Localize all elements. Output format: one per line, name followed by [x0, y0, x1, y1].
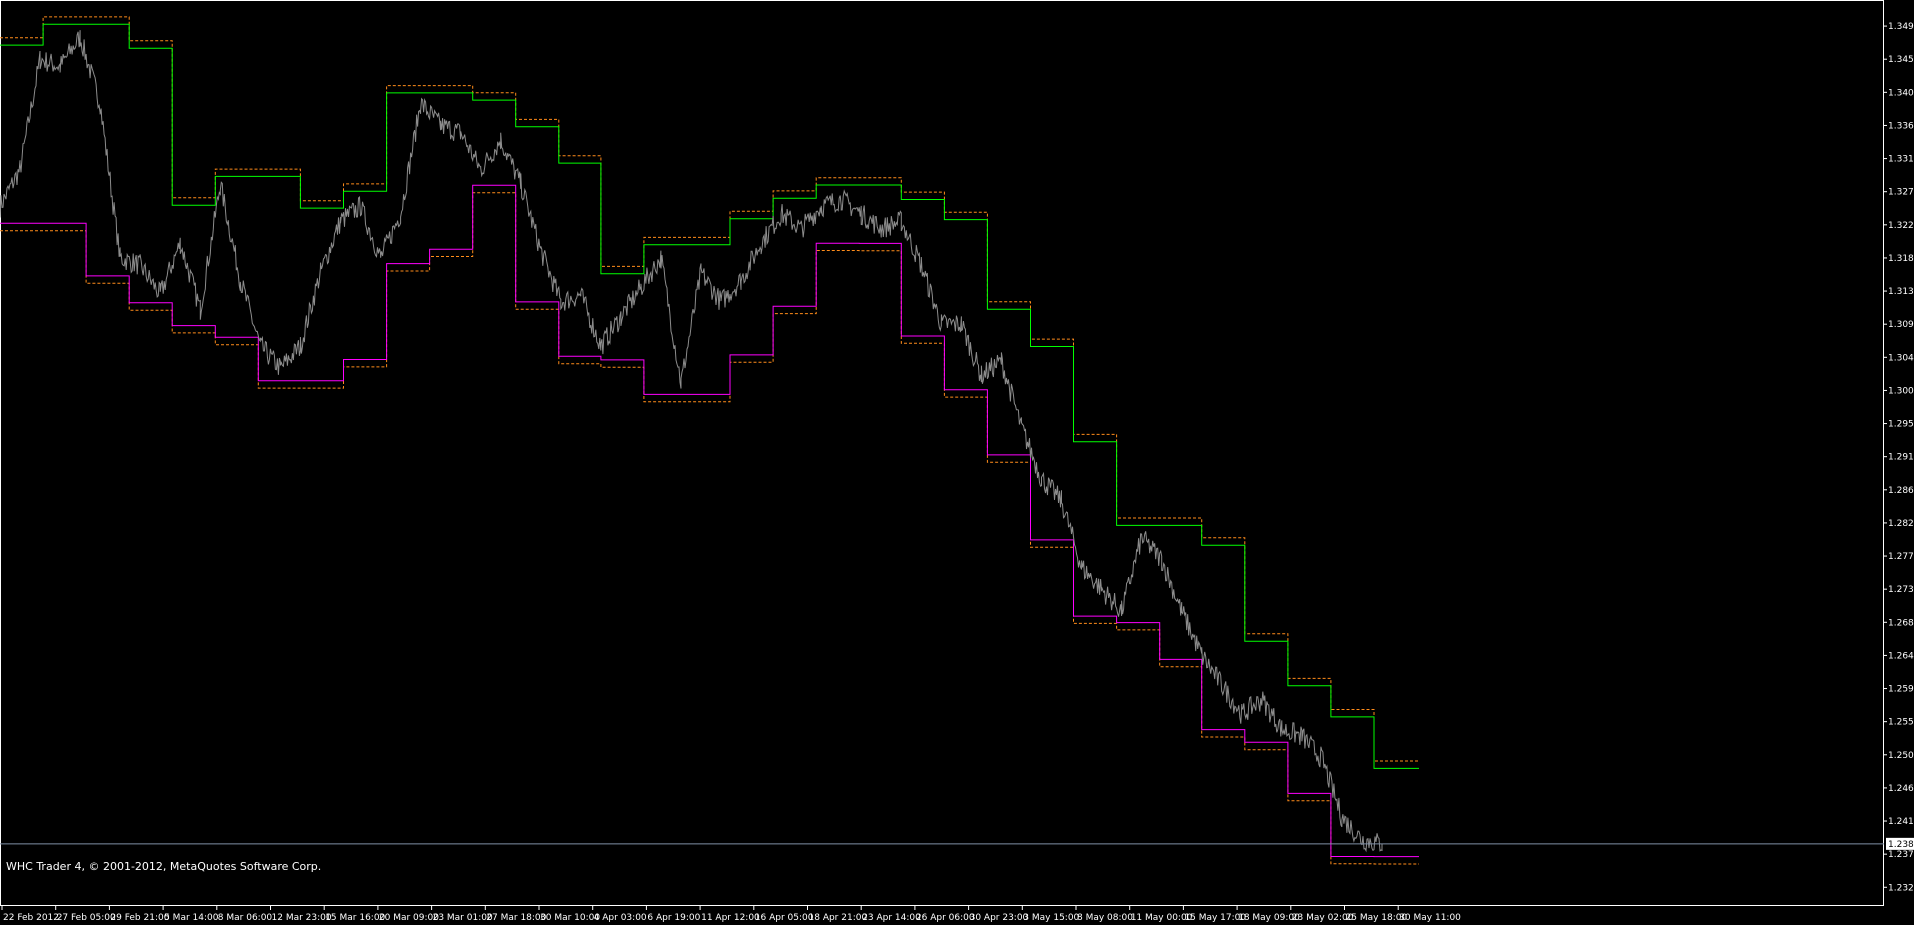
- plot-border: [0, 0, 1884, 906]
- x-tick-label: 27 Feb 05:00: [57, 913, 116, 923]
- y-tick-label: 1.3315: [1888, 155, 1914, 165]
- time-axis[interactable]: 22 Feb 201227 Feb 05:0029 Feb 21:005 Mar…: [0, 906, 1884, 925]
- y-tick-label: 1.2505: [1888, 751, 1914, 761]
- y-tick-label: 1.3450: [1888, 55, 1914, 65]
- x-tick-label: 16 Apr 05:00: [755, 913, 814, 923]
- x-tick-label: 4 Apr 03:00: [594, 913, 647, 923]
- x-tick-label: 18 May 09:00: [1238, 913, 1300, 923]
- y-tick-label: 1.3000: [1888, 386, 1914, 396]
- current-price-label: 1.2384: [1888, 840, 1914, 850]
- x-tick-label: 27 Mar 18:00: [486, 913, 546, 923]
- y-tick-label: 1.3045: [1888, 353, 1914, 363]
- y-tick-label: 1.2730: [1888, 585, 1914, 595]
- y-tick-label: 1.3405: [1888, 88, 1914, 98]
- lower-channel-line: [0, 184, 1419, 858]
- y-tick-label: 1.3270: [1888, 188, 1914, 198]
- x-tick-label: 15 May 17:00: [1184, 913, 1246, 923]
- upper-dashed-range: [0, 16, 1419, 762]
- x-tick-label: 11 May 00:00: [1131, 913, 1193, 923]
- x-tick-label: 25 May 18:00: [1346, 913, 1408, 923]
- y-tick-label: 1.2640: [1888, 651, 1914, 661]
- x-tick-label: 12 Mar 23:00: [272, 913, 332, 923]
- x-tick-label: 23 Apr 14:00: [862, 913, 921, 923]
- y-tick-label: 1.2910: [1888, 453, 1914, 463]
- y-tick-label: 1.3135: [1888, 287, 1914, 297]
- price-line: [0, 30, 1383, 853]
- x-tick-label: 18 Apr 21:00: [809, 913, 868, 923]
- price-axis[interactable]: 1.3495 1.3450 1.3405 1.3360 1.3315 1.3270 1.32…: [1884, 0, 1914, 906]
- y-tick-label: 1.2685: [1888, 618, 1914, 628]
- price-series: [0, 30, 1383, 853]
- y-tick-label: 1.2595: [1888, 685, 1914, 695]
- y-tick-label: 1.2775: [1888, 552, 1914, 562]
- x-tick-label: 23 May 02:00: [1292, 913, 1354, 923]
- y-tick-label: 1.2460: [1888, 784, 1914, 794]
- y-tick-label: 1.2820: [1888, 519, 1914, 529]
- x-tick-label: 30 Apr 23:00: [970, 913, 1029, 923]
- x-tick-label: 22 Feb 2012: [3, 913, 59, 923]
- channel-lines: [0, 16, 1419, 865]
- x-tick-label: 8 May 08:00: [1077, 913, 1133, 923]
- price-chart-plot[interactable]: [0, 0, 1884, 906]
- y-tick-label: 1.2370: [1888, 850, 1914, 860]
- y-tick-label: 1.2415: [1888, 817, 1914, 827]
- x-tick-label: 23 Mar 01:00: [433, 913, 493, 923]
- x-tick-label: 15 Mar 16:00: [325, 913, 385, 923]
- chart-window[interactable]: 1.3495 1.3450 1.3405 1.3360 1.3315 1.3270 1.32…: [0, 0, 1914, 925]
- y-tick-label: 1.2865: [1888, 486, 1914, 496]
- x-tick-label: 20 Mar 09:00: [379, 913, 439, 923]
- x-tick-label: 5 Mar 14:00: [164, 913, 219, 923]
- x-tick-label: 30 May 11:00: [1399, 913, 1461, 923]
- x-tick-label: 11 Apr 12:00: [701, 913, 760, 923]
- x-tick-label: 30 Mar 10:00: [540, 913, 600, 923]
- y-tick-label: 1.3090: [1888, 320, 1914, 330]
- y-tick-label: 1.3495: [1888, 22, 1914, 32]
- x-tick-label: 3 May 15:00: [1023, 913, 1079, 923]
- lower-dashed-range: [0, 192, 1419, 865]
- y-tick-label: 1.3360: [1888, 121, 1914, 131]
- y-tick-label: 1.2325: [1888, 883, 1914, 893]
- x-tick-label: 29 Feb 21:00: [110, 913, 169, 923]
- x-tick-label: 8 Mar 06:00: [218, 913, 273, 923]
- copyright-text: WHC Trader 4, © 2001-2012, MetaQuotes So…: [6, 860, 322, 873]
- y-tick-label: 1.2955: [1888, 420, 1914, 430]
- x-tick-label: 6 Apr 19:00: [647, 913, 700, 923]
- y-tick-label: 1.3180: [1888, 254, 1914, 264]
- y-tick-label: 1.3225: [1888, 221, 1914, 231]
- y-tick-label: 1.2550: [1888, 718, 1914, 728]
- x-tick-label: 26 Apr 06:00: [916, 913, 975, 923]
